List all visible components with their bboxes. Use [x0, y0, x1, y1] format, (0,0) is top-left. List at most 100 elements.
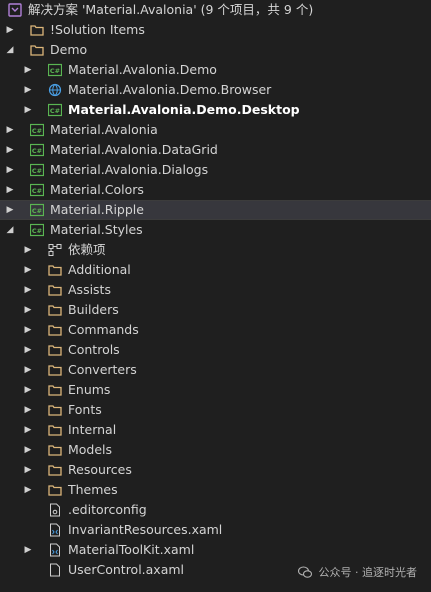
- svg-text:C#: C#: [32, 167, 42, 175]
- svg-text:C#: C#: [32, 227, 42, 235]
- tree-item-folder-internal[interactable]: ▶ Internal: [0, 420, 431, 440]
- expand-arrow-icon[interactable]: ▶: [4, 160, 16, 180]
- tree-item-material-avalonia[interactable]: ▶ C# Material.Avalonia: [0, 120, 431, 140]
- tree-item-label: Models: [68, 442, 113, 457]
- tree-item-folder-assists[interactable]: ▶ Assists: [0, 280, 431, 300]
- expand-arrow-icon[interactable]: ▶: [22, 540, 34, 560]
- expand-arrow-icon[interactable]: ▶: [22, 80, 34, 100]
- collapse-arrow-icon[interactable]: ◢: [4, 40, 16, 60]
- dependencies-icon: [48, 244, 62, 256]
- collapse-arrow-icon[interactable]: ◢: [4, 220, 16, 240]
- solution-node[interactable]: 解决方案 'Material.Avalonia' (9 个项目，共 9 个): [0, 0, 431, 20]
- expand-arrow-icon[interactable]: ▶: [22, 300, 34, 320]
- tree-item-material-avalonia-datagrid[interactable]: ▶ C# Material.Avalonia.DataGrid: [0, 140, 431, 160]
- folder-icon: [48, 385, 62, 396]
- tree-item-solution-items[interactable]: ▶ !Solution Items: [0, 20, 431, 40]
- expand-arrow-icon[interactable]: ▶: [4, 120, 16, 140]
- tree-item-label: Material.Avalonia.Demo.Desktop: [68, 102, 300, 117]
- svg-text:C#: C#: [50, 67, 60, 75]
- tree-item-folder-themes[interactable]: ▶ Themes: [0, 480, 431, 500]
- expand-arrow-icon[interactable]: ▶: [22, 360, 34, 380]
- expand-arrow-icon[interactable]: ▶: [4, 200, 16, 220]
- tree-item-label: Material.Colors: [50, 182, 144, 197]
- expand-arrow-icon[interactable]: ▶: [22, 420, 34, 440]
- tree-item-folder-controls[interactable]: ▶ Controls: [0, 340, 431, 360]
- xaml-file-icon: [50, 543, 60, 557]
- expand-arrow-icon[interactable]: ▶: [4, 180, 16, 200]
- expand-arrow-icon[interactable]: ▶: [22, 380, 34, 400]
- solution-icon: [8, 3, 22, 17]
- svg-text:C#: C#: [32, 127, 42, 135]
- folder-icon: [48, 425, 62, 436]
- tree-item-folder-enums[interactable]: ▶ Enums: [0, 380, 431, 400]
- csharp-project-icon: C#: [30, 183, 44, 197]
- tree-item-label: Material.Avalonia.Demo.Browser: [68, 82, 272, 97]
- tree-item-material-colors[interactable]: ▶ C# Material.Colors: [0, 180, 431, 200]
- tree-item-folder-commands[interactable]: ▶ Commands: [0, 320, 431, 340]
- web-project-icon: [48, 83, 62, 97]
- tree-item-material-ripple[interactable]: ▶ C# Material.Ripple: [0, 200, 431, 220]
- expand-arrow-icon[interactable]: ▶: [4, 20, 16, 40]
- expand-arrow-icon[interactable]: ▶: [22, 400, 34, 420]
- tree-item-material-avalonia-dialogs[interactable]: ▶ C# Material.Avalonia.Dialogs: [0, 160, 431, 180]
- tree-item-label: Material.Avalonia: [50, 122, 158, 137]
- tree-item-label: Internal: [68, 422, 117, 437]
- xaml-file-icon: [50, 523, 60, 537]
- folder-icon: [30, 45, 44, 56]
- tree-item-avalonia-demo-desktop[interactable]: ▶ C# Material.Avalonia.Demo.Desktop: [0, 100, 431, 120]
- tree-item-folder-resources[interactable]: ▶ Resources: [0, 460, 431, 480]
- tree-item-label: 依赖项: [68, 242, 106, 257]
- tree-item-file-editorconfig[interactable]: .editorconfig: [0, 500, 431, 520]
- folder-icon: [48, 445, 62, 456]
- csharp-project-icon: C#: [30, 203, 44, 217]
- solution-label: 解决方案 'Material.Avalonia' (9 个项目，共 9 个): [28, 2, 314, 17]
- folder-icon: [48, 405, 62, 416]
- csharp-project-icon: C#: [30, 163, 44, 177]
- tree-item-file-materialtoolkit[interactable]: ▶ MaterialToolKit.xaml: [0, 540, 431, 560]
- svg-text:C#: C#: [50, 107, 60, 115]
- tree-item-label: Demo: [50, 42, 88, 57]
- tree-item-folder-fonts[interactable]: ▶ Fonts: [0, 400, 431, 420]
- tree-item-label: Fonts: [68, 402, 102, 417]
- folder-icon: [30, 25, 44, 36]
- csharp-project-icon: C#: [48, 63, 62, 77]
- tree-item-dependencies[interactable]: ▶ 依赖项: [0, 240, 431, 260]
- expand-arrow-icon[interactable]: ▶: [22, 340, 34, 360]
- tree-item-avalonia-demo-browser[interactable]: ▶ Material.Avalonia.Demo.Browser: [0, 80, 431, 100]
- watermark-label: 公众号 · 追逐时光者: [318, 566, 418, 579]
- tree-item-label: Commands: [68, 322, 139, 337]
- folder-icon: [48, 265, 62, 276]
- expand-arrow-icon[interactable]: ▶: [22, 240, 34, 260]
- config-file-icon: [50, 503, 60, 517]
- expand-arrow-icon[interactable]: ▶: [22, 60, 34, 80]
- folder-icon: [48, 305, 62, 316]
- folder-icon: [48, 345, 62, 356]
- tree-item-label: !Solution Items: [50, 22, 145, 37]
- expand-arrow-icon[interactable]: ▶: [22, 100, 34, 120]
- tree-item-folder-builders[interactable]: ▶ Builders: [0, 300, 431, 320]
- expand-arrow-icon[interactable]: ▶: [22, 440, 34, 460]
- tree-item-avalonia-demo[interactable]: ▶ C# Material.Avalonia.Demo: [0, 60, 431, 80]
- folder-icon: [48, 365, 62, 376]
- tree-item-label: Material.Avalonia.DataGrid: [50, 142, 218, 157]
- tree-item-folder-models[interactable]: ▶ Models: [0, 440, 431, 460]
- csharp-project-icon: C#: [30, 143, 44, 157]
- expand-arrow-icon[interactable]: ▶: [22, 280, 34, 300]
- tree-item-file-invariantresources[interactable]: InvariantResources.xaml: [0, 520, 431, 540]
- expand-arrow-icon[interactable]: ▶: [4, 140, 16, 160]
- tree-item-material-styles[interactable]: ◢ C# Material.Styles: [0, 220, 431, 240]
- tree-item-folder-converters[interactable]: ▶ Converters: [0, 360, 431, 380]
- tree-item-label: Controls: [68, 342, 120, 357]
- tree-item-demo[interactable]: ◢ Demo: [0, 40, 431, 60]
- tree-item-label: Resources: [68, 462, 132, 477]
- tree-item-folder-additional[interactable]: ▶ Additional: [0, 260, 431, 280]
- tree-item-label: .editorconfig: [68, 502, 147, 517]
- tree-item-label: InvariantResources.xaml: [68, 522, 223, 537]
- expand-arrow-icon[interactable]: ▶: [22, 260, 34, 280]
- tree-item-label: Material.Avalonia.Dialogs: [50, 162, 209, 177]
- expand-arrow-icon[interactable]: ▶: [22, 320, 34, 340]
- csharp-project-icon: C#: [30, 223, 44, 237]
- expand-arrow-icon[interactable]: ▶: [22, 460, 34, 480]
- expand-arrow-icon[interactable]: ▶: [22, 480, 34, 500]
- folder-icon: [48, 285, 62, 296]
